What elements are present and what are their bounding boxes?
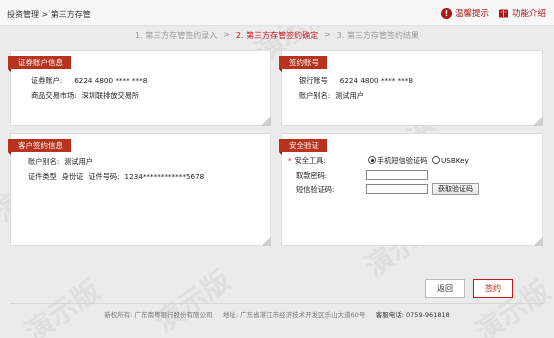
copyright: 新权所有: 广东南粤银行股份有限公司 — [104, 311, 213, 319]
radio-usbkey[interactable]: USBKey — [432, 156, 469, 165]
sms-code-label: 短信验证码: — [296, 185, 335, 194]
sms-code-input[interactable] — [366, 184, 428, 194]
securities-account-panel: 证券账户信息 证券账户: 6224 4800 **** ***8 商品交易市场: 深… — [8, 50, 271, 126]
intro-label: 功能介绍 — [511, 9, 546, 19]
bank-account-value: 6224 4800 **** ***8 — [339, 76, 413, 85]
get-code-button[interactable]: 获取验证码 — [432, 183, 479, 195]
intro-link[interactable]: 功能介绍 — [498, 7, 546, 19]
panel-title: 证券账户信息 — [8, 56, 71, 72]
securities-account-row: 证券账户: 6224 4800 **** ***8 — [31, 76, 147, 86]
radio-sms-button[interactable] — [368, 156, 376, 164]
panel-title: 签约账号 — [279, 56, 327, 72]
market-value: 深圳联排放交易所 — [81, 91, 140, 100]
step-2-active: 2. 第三方存管签约确定 — [235, 31, 319, 40]
footer-divider — [10, 303, 544, 304]
radio-usbkey-label: USBKey — [441, 156, 469, 165]
required-mark: * — [288, 156, 292, 165]
label: 证件号码: — [88, 172, 120, 181]
id-type-value: 身份证 — [61, 172, 84, 181]
radio-sms[interactable]: 手机短信验证码 — [368, 156, 427, 166]
breadcrumb: 投资管理 > 第三方存管 — [7, 10, 91, 19]
step-3: 3. 第三方存管签约结果 — [336, 31, 419, 40]
panel-title: 客户签约信息 — [8, 139, 71, 155]
label: 安全工具: — [294, 156, 326, 165]
info-icon: ! — [440, 7, 452, 19]
securities-account-value: 6224 4800 **** ***8 — [74, 76, 148, 85]
bank-account-panel: 签约账号 银行账号 6224 4800 **** ***8 账户别名: 测试用户 — [279, 50, 543, 126]
step-1: 1. 第三方存管签约录入 — [135, 31, 218, 40]
book-icon — [498, 9, 508, 17]
bank-account-row: 银行账号 6224 4800 **** ***8 — [299, 76, 413, 86]
hotline-label: 客服电话: — [375, 311, 404, 319]
label: 账户别名: — [299, 91, 331, 100]
hotline-value: 0759-961818 — [406, 311, 450, 319]
top-bar: 投资管理 > 第三方存管 ! 温馨提示 功能介绍 — [0, 0, 554, 26]
radio-sms-label: 手机短信验证码 — [377, 156, 428, 165]
label: 银行账号 — [299, 76, 328, 85]
label: 证券账户: — [31, 76, 63, 85]
label: 商品交易市场: — [31, 91, 77, 100]
step-separator: > — [324, 30, 331, 39]
id-number-value: 1234************5678 — [124, 172, 205, 181]
footer: 新权所有: 广东南粤银行股份有限公司 地址: 广东省湛江市经济技术开发区乐山大道… — [0, 309, 554, 319]
sign-button[interactable]: 签约 — [473, 279, 513, 298]
customer-info-panel: 客户签约信息 账户别名: 测试用户 证件类型 身份证 证件号码: 1234*******… — [8, 133, 271, 246]
market-row: 商品交易市场: 深圳联排放交易所 — [31, 91, 139, 101]
customer-name-value: 测试用户 — [64, 157, 93, 166]
step-separator: > — [223, 30, 230, 39]
radio-usbkey-button[interactable] — [432, 156, 440, 164]
security-verification-panel: 安全验证 * 安全工具: 手机短信验证码 USBKey 取款密码: 短信验证码: … — [279, 133, 543, 246]
security-tool-row: * 安全工具: — [288, 156, 326, 166]
alias-value: 测试用户 — [335, 91, 364, 100]
back-button[interactable]: 返回 — [425, 279, 465, 298]
customer-name-row: 账户别名: 测试用户 — [28, 157, 93, 167]
address: 地址: 广东省湛江市经济技术开发区乐山大道60号 — [222, 311, 366, 319]
tips-link[interactable]: ! 温馨提示 — [440, 7, 489, 19]
password-label: 取款密码: — [296, 171, 328, 180]
password-input[interactable] — [366, 170, 428, 180]
panel-title: 安全验证 — [279, 139, 327, 155]
step-indicator: 1. 第三方存管签约录入 > 2. 第三方存管签约确定 > 3. 第三方存管签约… — [0, 30, 554, 44]
label: 账户别名: — [28, 157, 60, 166]
label: 证件类型 — [28, 172, 57, 181]
alias-row: 账户别名: 测试用户 — [299, 91, 364, 101]
watermark: 演示版 — [148, 263, 237, 338]
top-links: ! 温馨提示 功能介绍 — [440, 7, 546, 19]
id-row: 证件类型 身份证 证件号码: 1234************5678 — [28, 172, 204, 182]
tips-label: 温馨提示 — [454, 9, 489, 19]
